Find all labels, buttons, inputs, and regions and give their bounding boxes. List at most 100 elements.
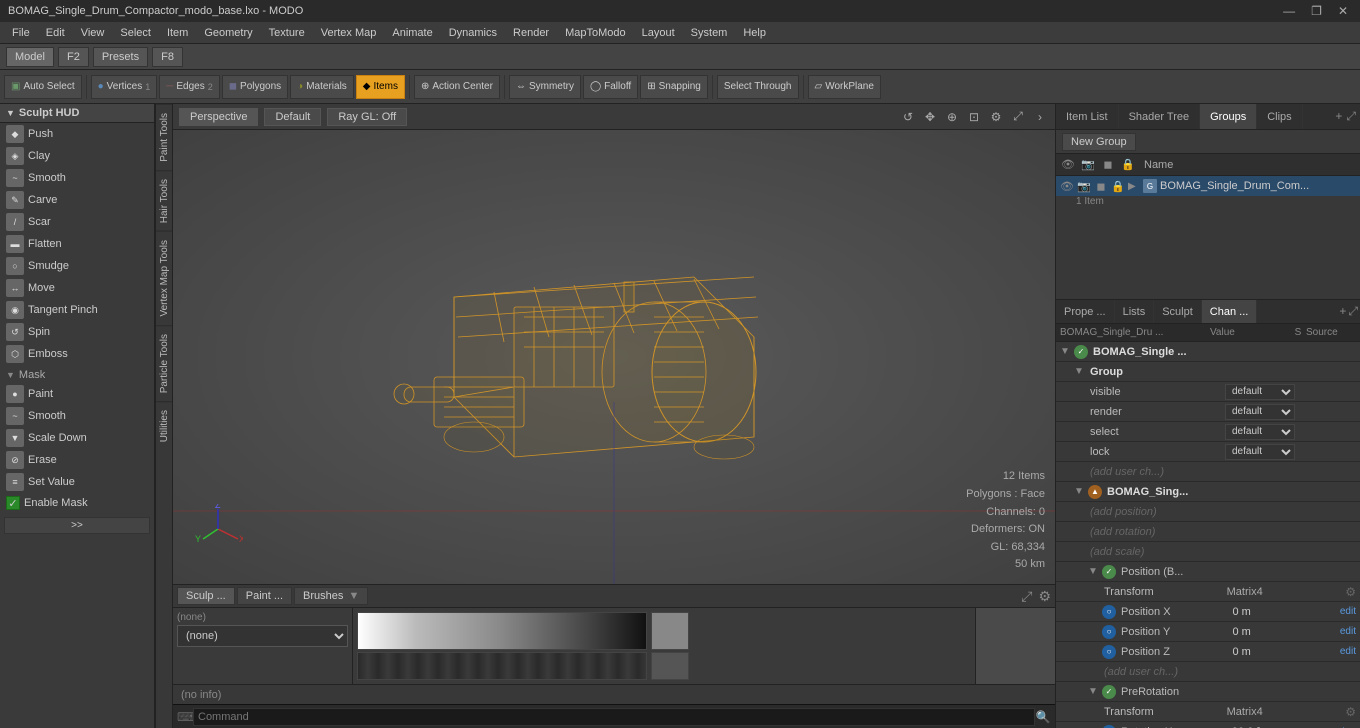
f2-button[interactable]: F2 bbox=[58, 47, 89, 67]
menu-edit[interactable]: Edit bbox=[38, 25, 73, 41]
menu-file[interactable]: File bbox=[4, 25, 38, 41]
zoom-icon[interactable]: ⊕ bbox=[943, 108, 961, 126]
expand-icon[interactable]: ⤢ bbox=[1009, 108, 1027, 126]
tool-move[interactable]: ↔ Move bbox=[0, 277, 154, 299]
tool-push[interactable]: ◆ Push bbox=[0, 123, 154, 145]
auto-select-button[interactable]: ▣ Auto Select bbox=[4, 75, 82, 99]
new-group-button[interactable]: New Group bbox=[1062, 133, 1136, 151]
menu-maptomodo[interactable]: MapToModo bbox=[557, 25, 634, 41]
falloff-button[interactable]: ◯ Falloff bbox=[583, 75, 638, 99]
enable-mask-checkbox[interactable]: ✓ bbox=[6, 496, 20, 510]
brush-dropdown[interactable]: (none) bbox=[177, 625, 348, 647]
bottom-expand-icon[interactable]: ⤢ bbox=[1021, 588, 1032, 605]
minimize-button[interactable]: — bbox=[1279, 4, 1299, 18]
menu-texture[interactable]: Texture bbox=[261, 25, 313, 41]
presets-button[interactable]: Presets bbox=[93, 47, 148, 67]
menu-view[interactable]: View bbox=[73, 25, 113, 41]
utilities-tab[interactable]: Utilities bbox=[156, 401, 172, 450]
tool-paint-mask[interactable]: ● Paint bbox=[0, 383, 154, 405]
tool-smooth-mask[interactable]: ~ Smooth bbox=[0, 405, 154, 427]
item-row-root[interactable]: 👁 📷 ◼ 🔒 ▶ G BOMAG_Single_Drum_Com... bbox=[1056, 176, 1360, 196]
groups-tab[interactable]: Groups bbox=[1200, 104, 1257, 129]
paint-tab[interactable]: Paint ... bbox=[237, 587, 292, 605]
brushes-tab[interactable]: Brushes ▼ bbox=[294, 587, 368, 605]
command-input[interactable] bbox=[193, 708, 1035, 726]
brush-preview-small-2[interactable] bbox=[651, 652, 689, 680]
sculpt-tab[interactable]: Sculp ... bbox=[177, 587, 235, 605]
clips-tab[interactable]: Clips bbox=[1257, 104, 1302, 129]
menu-vertex-map[interactable]: Vertex Map bbox=[313, 25, 385, 41]
menu-animate[interactable]: Animate bbox=[384, 25, 440, 41]
model-mode-button[interactable]: Model bbox=[6, 47, 54, 67]
tool-scar[interactable]: / Scar bbox=[0, 211, 154, 233]
default-tab[interactable]: Default bbox=[264, 108, 321, 126]
hair-tools-tab[interactable]: Hair Tools bbox=[156, 170, 172, 231]
select-dropdown[interactable]: default bbox=[1225, 424, 1295, 440]
workplane-button[interactable]: ▱ WorkPlane bbox=[808, 75, 881, 99]
action-center-button[interactable]: ⊕ Action Center bbox=[414, 75, 500, 99]
brush-preview-dark[interactable] bbox=[357, 652, 647, 680]
props-row-prerotation-section[interactable]: ▼ ✓ PreRotation bbox=[1056, 682, 1360, 702]
symmetry-button[interactable]: ⇔ Symmetry bbox=[509, 75, 581, 99]
props-row-group[interactable]: ▼ Group bbox=[1056, 362, 1360, 382]
add-tab-icon[interactable]: + bbox=[1335, 109, 1342, 124]
vertex-map-tools-tab[interactable]: Vertex Map Tools bbox=[156, 231, 172, 325]
paint-tools-tab[interactable]: Paint Tools bbox=[156, 104, 172, 170]
item-list-tab[interactable]: Item List bbox=[1056, 104, 1119, 129]
next-icon[interactable]: › bbox=[1031, 108, 1049, 126]
maximize-button[interactable]: ❐ bbox=[1307, 4, 1326, 18]
props-add-icon[interactable]: + bbox=[1339, 304, 1346, 319]
vertices-button[interactable]: ● Vertices 1 bbox=[91, 75, 158, 99]
props-row-position-section[interactable]: ▼ ✓ Position (B... bbox=[1056, 562, 1360, 582]
menu-render[interactable]: Render bbox=[505, 25, 557, 41]
props-row-bomag[interactable]: ▼ ▲ BOMAG_Sing... bbox=[1056, 482, 1360, 502]
select-through-button[interactable]: Select Through bbox=[717, 75, 799, 99]
pos-z-edit-link[interactable]: edit bbox=[1340, 646, 1356, 657]
pan-icon[interactable]: ✥ bbox=[921, 108, 939, 126]
snapping-button[interactable]: ⊞ Snapping bbox=[640, 75, 708, 99]
transform-settings-icon[interactable]: ⚙ bbox=[1345, 585, 1356, 599]
perspective-tab[interactable]: Perspective bbox=[179, 108, 258, 126]
materials-button[interactable]: ◑ Materials bbox=[290, 75, 354, 99]
tool-set-value[interactable]: ≡ Set Value bbox=[0, 471, 154, 493]
sculpt-props-tab[interactable]: Sculpt bbox=[1154, 300, 1202, 323]
lock-dropdown[interactable]: default bbox=[1225, 444, 1295, 460]
viewport-3d[interactable]: X Y Z 12 Items Polygons : Face Channels:… bbox=[173, 130, 1055, 584]
shader-tree-tab[interactable]: Shader Tree bbox=[1119, 104, 1201, 129]
brush-preview-gradient[interactable] bbox=[357, 612, 647, 650]
lists-tab[interactable]: Lists bbox=[1115, 300, 1155, 323]
menu-system[interactable]: System bbox=[683, 25, 736, 41]
menu-dynamics[interactable]: Dynamics bbox=[441, 25, 505, 41]
tool-carve[interactable]: ✎ Carve bbox=[0, 189, 154, 211]
tool-erase[interactable]: ⊘ Erase bbox=[0, 449, 154, 471]
settings-icon[interactable]: ⚙ bbox=[987, 108, 1005, 126]
close-button[interactable]: ✕ bbox=[1334, 4, 1352, 18]
expand-right-icon[interactable]: ⤢ bbox=[1346, 109, 1356, 124]
tool-clay[interactable]: ◈ Clay bbox=[0, 145, 154, 167]
edges-button[interactable]: ─ Edges 2 bbox=[159, 75, 219, 99]
props-expand-icon[interactable]: ⤢ bbox=[1348, 304, 1358, 319]
bottom-settings-icon[interactable]: ⚙ bbox=[1038, 588, 1051, 605]
ray-gl-tab[interactable]: Ray GL: Off bbox=[327, 108, 407, 126]
fit-icon[interactable]: ⊡ bbox=[965, 108, 983, 126]
tool-flatten[interactable]: ▬ Flatten bbox=[0, 233, 154, 255]
menu-select[interactable]: Select bbox=[112, 25, 159, 41]
rotate-icon[interactable]: ↺ bbox=[899, 108, 917, 126]
channels-tab[interactable]: Chan ... bbox=[1202, 300, 1258, 323]
f8-button[interactable]: F8 bbox=[152, 47, 183, 67]
tool-spin[interactable]: ↺ Spin bbox=[0, 321, 154, 343]
particle-tools-tab[interactable]: Particle Tools bbox=[156, 325, 172, 401]
menu-help[interactable]: Help bbox=[735, 25, 774, 41]
tool-smudge[interactable]: ○ Smudge bbox=[0, 255, 154, 277]
tool-emboss[interactable]: ⬡ Emboss bbox=[0, 343, 154, 365]
transform-prerot-settings-icon[interactable]: ⚙ bbox=[1345, 705, 1356, 719]
more-button[interactable]: >> bbox=[4, 517, 150, 534]
tool-tangent-pinch[interactable]: ◉ Tangent Pinch bbox=[0, 299, 154, 321]
tool-smooth-sculpt[interactable]: ~ Smooth bbox=[0, 167, 154, 189]
visible-dropdown[interactable]: default bbox=[1225, 384, 1295, 400]
menu-geometry[interactable]: Geometry bbox=[196, 25, 260, 41]
items-button[interactable]: ◆ Items bbox=[356, 75, 405, 99]
tool-scale-down[interactable]: ▼ Scale Down bbox=[0, 427, 154, 449]
properties-tab[interactable]: Prope ... bbox=[1056, 300, 1115, 323]
menu-layout[interactable]: Layout bbox=[634, 25, 683, 41]
